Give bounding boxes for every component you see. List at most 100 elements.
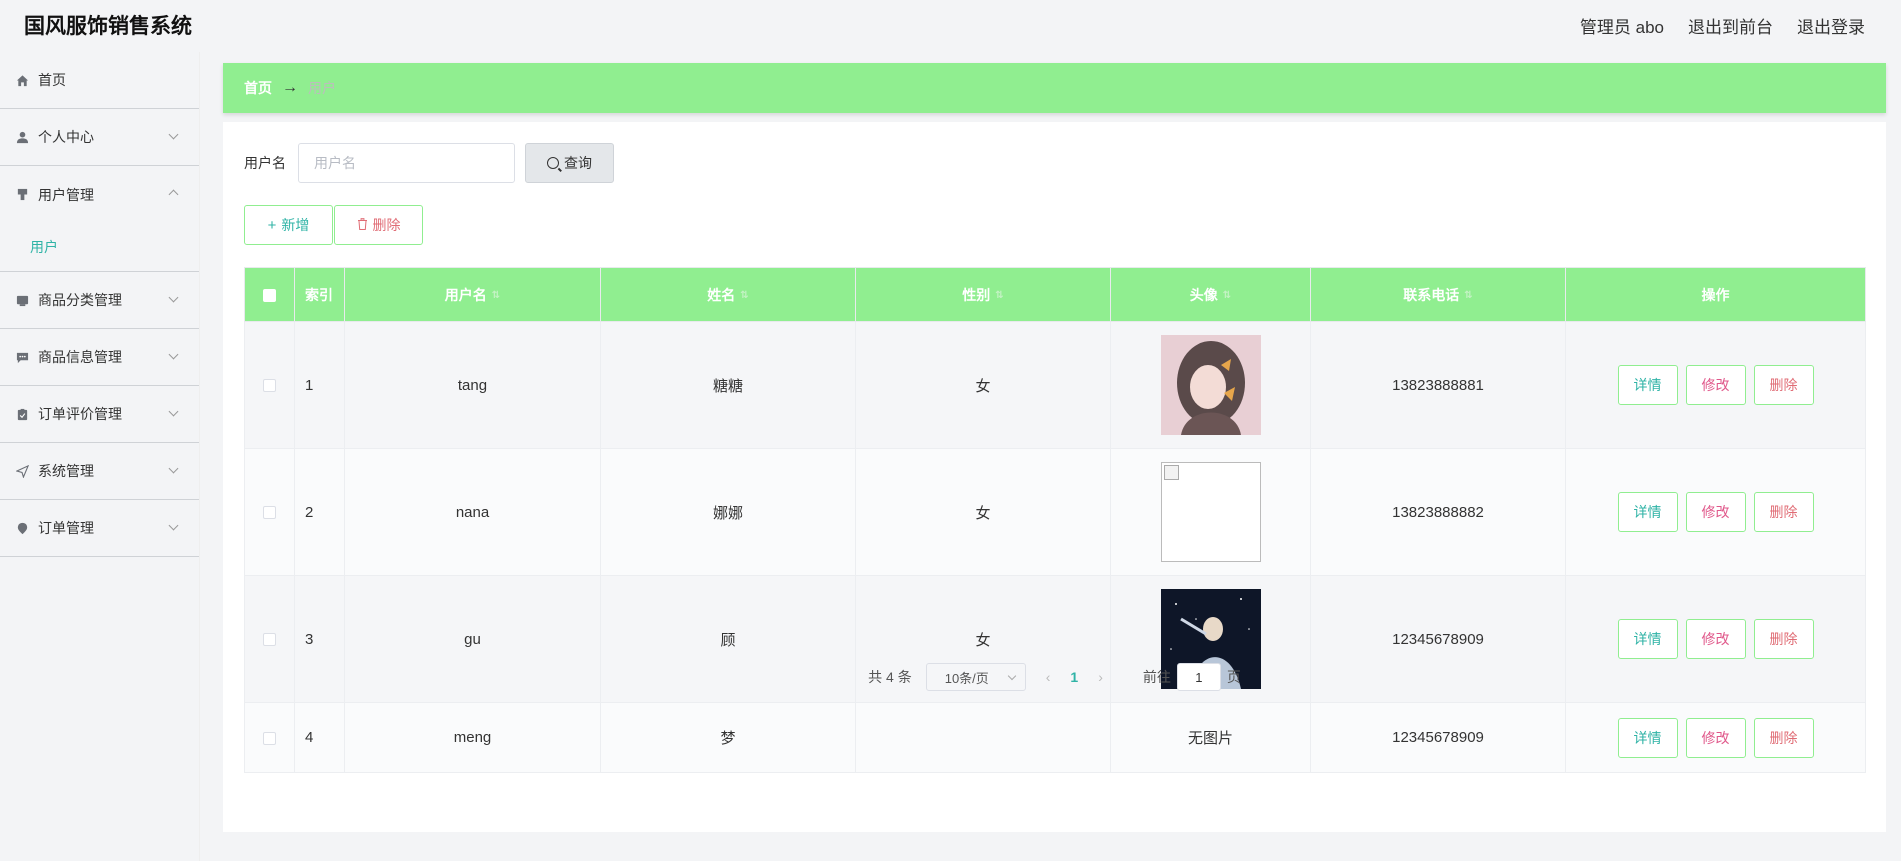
back-to-front-link[interactable]: 退出到前台 — [1688, 13, 1773, 38]
chevron-down-icon — [168, 406, 179, 417]
cell-name: 糖糖 — [600, 321, 856, 449]
logout-link[interactable]: 退出登录 — [1797, 13, 1865, 38]
sidebar-item-label: 订单管理 — [38, 520, 94, 536]
main-panel: 用户名 查询 + 新增 删除 — [223, 122, 1886, 832]
column-header-username[interactable]: 用户名 ⇅ — [344, 267, 601, 322]
cell-ops: 详情 修改 删除 — [1565, 321, 1866, 449]
action-buttons: + 新增 删除 — [244, 205, 423, 245]
chevron-down-icon — [168, 349, 179, 360]
detail-button[interactable]: 详情 — [1617, 492, 1678, 532]
folder-icon — [15, 293, 29, 307]
column-header-label: 性别 — [962, 286, 991, 303]
table-row: 2 nana 娜娜 女 13823888882 详情 修改 删除 — [244, 448, 1866, 576]
user-table: 索引 用户名 ⇅ 姓名 ⇅ 性别 ⇅ 头像 ⇅ 联系电话 ⇅ 操作 1 tang 糖糖 女 — [244, 267, 1866, 773]
sidebar-group-user-management: 用户管理 用户 — [0, 166, 199, 272]
cell-gender: 女 — [855, 321, 1111, 449]
breadcrumb-home[interactable]: 首页 — [244, 78, 272, 98]
message-icon — [15, 350, 29, 364]
page-number[interactable]: 1 — [1070, 669, 1078, 685]
detail-button[interactable]: 详情 — [1617, 717, 1678, 758]
sidebar: 首页 个人中心 用户管理 用户 商品分类管理 商品信息管理 订单评价管理 系统管… — [0, 52, 200, 861]
delete-button[interactable]: 删除 — [1753, 619, 1814, 659]
sidebar-item-label: 用户管理 — [38, 186, 94, 203]
sidebar-item-order[interactable]: 订单管理 — [0, 500, 199, 557]
edit-button[interactable]: 修改 — [1685, 717, 1746, 758]
clipboard-icon — [15, 407, 29, 421]
cell-name: 梦 — [600, 702, 856, 773]
cell-phone: 13823888882 — [1310, 448, 1566, 576]
sidebar-item-system[interactable]: 系统管理 — [0, 443, 199, 500]
sidebar-item-user-management[interactable]: 用户管理 — [0, 166, 199, 223]
jump-suffix: 页 — [1226, 669, 1241, 685]
row-checkbox[interactable] — [263, 506, 276, 520]
delete-button[interactable]: 删除 — [1753, 717, 1814, 758]
sidebar-item-review[interactable]: 订单评价管理 — [0, 386, 199, 443]
row-checkbox[interactable] — [263, 731, 276, 745]
search-button[interactable]: 查询 — [525, 143, 614, 183]
sort-icon[interactable]: ⇅ — [1223, 290, 1231, 301]
sidebar-item-label: 个人中心 — [38, 129, 94, 145]
breadcrumb-current: 用户 — [308, 80, 336, 96]
sidebar-item-label: 商品信息管理 — [38, 349, 122, 365]
user-links: 管理员 abo 退出到前台 退出登录 — [1580, 13, 1865, 38]
plus-icon: + — [267, 216, 277, 234]
edit-button[interactable]: 修改 — [1685, 492, 1746, 532]
jump-prefix: 前往 — [1142, 669, 1171, 685]
prev-page-button[interactable]: ‹ — [1046, 669, 1051, 685]
table-row: 4 meng 梦 无图片 12345678909 详情 修改 删除 — [244, 702, 1866, 773]
column-header-phone[interactable]: 联系电话 ⇅ — [1310, 267, 1566, 322]
column-header-label: 姓名 — [707, 286, 736, 303]
page-jump: 前往 页 — [1143, 663, 1241, 691]
column-header-index: 索引 — [294, 267, 345, 322]
column-header-label: 头像 — [1189, 286, 1218, 303]
select-all-checkbox[interactable] — [263, 289, 276, 303]
sort-icon[interactable]: ⇅ — [740, 290, 748, 301]
cell-ops: 详情 修改 删除 — [1565, 448, 1866, 576]
table-header-row: 索引 用户名 ⇅ 姓名 ⇅ 性别 ⇅ 头像 ⇅ 联系电话 ⇅ 操作 — [244, 267, 1866, 322]
row-checkbox[interactable] — [263, 633, 276, 647]
bulk-delete-button[interactable]: 删除 — [334, 205, 423, 245]
cell-avatar-text: 无图片 — [1110, 702, 1311, 773]
column-header-label: 用户名 — [444, 286, 487, 303]
page-size-select[interactable]: 10条/页 — [925, 663, 1026, 691]
next-page-button[interactable]: › — [1098, 669, 1103, 685]
cell-username: meng — [344, 702, 601, 773]
page-jump-input[interactable] — [1176, 663, 1221, 691]
location-icon — [15, 521, 29, 535]
avatar-image[interactable] — [1160, 335, 1261, 435]
delete-button[interactable]: 删除 — [1753, 492, 1814, 532]
row-checkbox[interactable] — [263, 379, 276, 393]
chevron-down-icon — [168, 292, 179, 303]
cell-gender: 女 — [855, 448, 1111, 576]
trash-icon — [357, 217, 368, 234]
search-form: 用户名 查询 — [244, 143, 614, 183]
column-header-gender[interactable]: 性别 ⇅ — [855, 267, 1111, 322]
pagination: 共 4 条 10条/页 ‹ 1 › 前往 页 — [223, 663, 1886, 691]
sidebar-item-profile[interactable]: 个人中心 — [0, 109, 199, 166]
broken-image-icon[interactable] — [1160, 462, 1261, 562]
edit-button[interactable]: 修改 — [1685, 619, 1746, 659]
add-button[interactable]: + 新增 — [244, 205, 333, 245]
sidebar-item-label: 系统管理 — [38, 463, 94, 479]
admin-label[interactable]: 管理员 abo — [1580, 13, 1664, 38]
sidebar-item-home[interactable]: 首页 — [0, 52, 199, 109]
sort-icon[interactable]: ⇅ — [1464, 290, 1472, 301]
column-header-label: 联系电话 — [1403, 286, 1460, 303]
detail-button[interactable]: 详情 — [1617, 619, 1678, 659]
delete-button[interactable]: 删除 — [1753, 365, 1814, 405]
sort-icon[interactable]: ⇅ — [995, 290, 1003, 301]
sort-icon[interactable]: ⇅ — [492, 290, 500, 301]
edit-button[interactable]: 修改 — [1685, 365, 1746, 405]
detail-button[interactable]: 详情 — [1617, 365, 1678, 405]
page-size-value: 10条/页 — [944, 670, 989, 686]
column-header-name[interactable]: 姓名 ⇅ — [600, 267, 856, 322]
select-all-header[interactable] — [244, 267, 295, 322]
cell-name: 娜娜 — [600, 448, 856, 576]
column-header-avatar[interactable]: 头像 ⇅ — [1110, 267, 1311, 322]
sidebar-item-product[interactable]: 商品信息管理 — [0, 329, 199, 386]
cell-username: nana — [344, 448, 601, 576]
sidebar-subitem-user[interactable]: 用户 — [0, 222, 199, 272]
sidebar-item-category[interactable]: 商品分类管理 — [0, 272, 199, 329]
chevron-down-icon — [168, 129, 179, 140]
username-search-input[interactable] — [298, 143, 515, 183]
